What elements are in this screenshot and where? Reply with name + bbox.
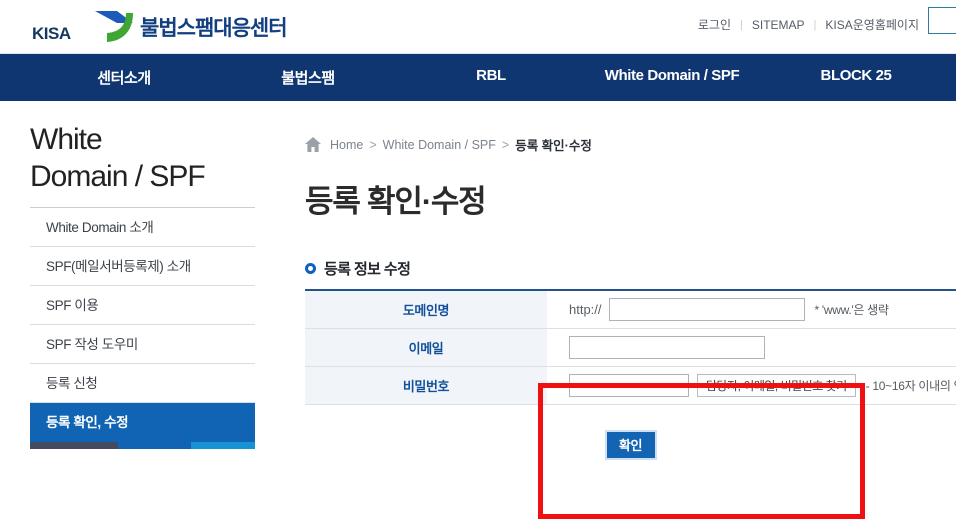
- table-row-domain: 도메인명 http:// * 'www.'은 생략: [305, 290, 956, 329]
- utility-nav: 로그인 | SITEMAP | KISA운영홈페이지: [689, 16, 928, 33]
- sidebar-item-spf-usage[interactable]: SPF 이용: [30, 286, 255, 325]
- breadcrumb-white-domain-spf[interactable]: White Domain / SPF: [383, 138, 496, 152]
- sidebar: White Domain / SPF White Domain 소개 SPF(메…: [30, 121, 255, 449]
- domain-input[interactable]: [608, 297, 805, 321]
- ring-bullet-icon: [305, 263, 316, 274]
- registration-form-table: 도메인명 http:// * 'www.'은 생략 이메일 비밀번호 담당자, …: [305, 289, 956, 405]
- main-navigation: 센터소개 불법스팸 RBL White Domain / SPF BLOCK 2…: [0, 54, 956, 101]
- http-prefix-label: http://: [569, 301, 602, 317]
- nav-item-white-domain-spf[interactable]: White Domain / SPF: [605, 67, 740, 84]
- email-input[interactable]: [569, 335, 765, 359]
- kisa-wordmark: KISA: [32, 24, 71, 43]
- kisa-home-link[interactable]: KISA운영홈페이지: [816, 16, 928, 33]
- kisa-logo-mark: KISA: [32, 9, 136, 45]
- sidebar-title-line1: White: [30, 123, 103, 156]
- breadcrumb-separator: >: [369, 137, 377, 152]
- row-label-password: 비밀번호: [305, 366, 547, 405]
- find-credentials-button[interactable]: 담당자, 이메일, 비밀번호 찾기: [697, 373, 856, 397]
- deco-segment-cyan: [191, 442, 255, 449]
- table-row-email: 이메일: [305, 328, 956, 367]
- breadcrumb: Home > White Domain / SPF > 등록 확인·수정: [305, 101, 956, 154]
- sidebar-item-spf-intro[interactable]: SPF(메일서버등록제) 소개: [30, 247, 255, 286]
- sidebar-item-white-domain-intro[interactable]: White Domain 소개: [30, 208, 255, 247]
- sidebar-decorative-bar: [30, 442, 255, 449]
- login-link[interactable]: 로그인: [689, 16, 740, 33]
- domain-hint: * 'www.'은 생략: [814, 302, 889, 317]
- password-hint: - 10~16자 이내의 영-: [865, 378, 956, 393]
- confirm-button[interactable]: 확인: [604, 429, 657, 460]
- site-header: KISA 불법스팸대응센터 로그인 | SITEMAP | KISA운영홈페이지: [0, 0, 956, 54]
- nav-item-illegal-spam[interactable]: 불법스팸: [281, 67, 335, 88]
- sidebar-title: White Domain / SPF: [30, 121, 255, 207]
- main-column: Home > White Domain / SPF > 등록 확인·수정 등록 …: [305, 101, 956, 460]
- row-label-email: 이메일: [305, 328, 547, 367]
- sidebar-item-registration-apply[interactable]: 등록 신청: [30, 364, 255, 403]
- sidebar-menu: White Domain 소개 SPF(메일서버등록제) 소개 SPF 이용 S…: [30, 207, 255, 442]
- table-row-password: 비밀번호 담당자, 이메일, 비밀번호 찾기 - 10~16자 이내의 영-: [305, 366, 956, 405]
- breadcrumb-home[interactable]: Home: [330, 138, 363, 152]
- nav-item-center-intro[interactable]: 센터소개: [97, 67, 151, 88]
- section-header: 등록 정보 수정: [305, 258, 956, 279]
- deco-segment-dark: [30, 442, 118, 449]
- search-input[interactable]: [928, 7, 956, 34]
- site-name: 불법스팸대응센터: [140, 17, 288, 40]
- home-icon[interactable]: [305, 137, 321, 152]
- sitemap-link[interactable]: SITEMAP: [743, 18, 814, 32]
- sidebar-item-registration-check-edit[interactable]: 등록 확인, 수정: [30, 403, 255, 442]
- site-logo[interactable]: KISA 불법스팸대응센터: [32, 7, 288, 47]
- section-title: 등록 정보 수정: [324, 261, 411, 278]
- nav-item-block25[interactable]: BLOCK 25: [821, 67, 892, 84]
- breadcrumb-current: 등록 확인·수정: [515, 139, 592, 153]
- page-title: 등록 확인·수정: [305, 184, 487, 219]
- sidebar-item-spf-helper[interactable]: SPF 작성 도우미: [30, 325, 255, 364]
- page-content: White Domain / SPF White Domain 소개 SPF(메…: [0, 101, 956, 519]
- sidebar-title-line2: Domain / SPF: [30, 160, 206, 193]
- password-input[interactable]: [569, 373, 689, 397]
- kisa-x-emblem: [95, 11, 133, 42]
- breadcrumb-separator: >: [501, 137, 510, 152]
- submit-row: 확인: [305, 429, 956, 460]
- nav-item-rbl[interactable]: RBL: [476, 67, 506, 84]
- deco-segment-blue: [118, 442, 191, 449]
- row-label-domain: 도메인명: [305, 290, 547, 329]
